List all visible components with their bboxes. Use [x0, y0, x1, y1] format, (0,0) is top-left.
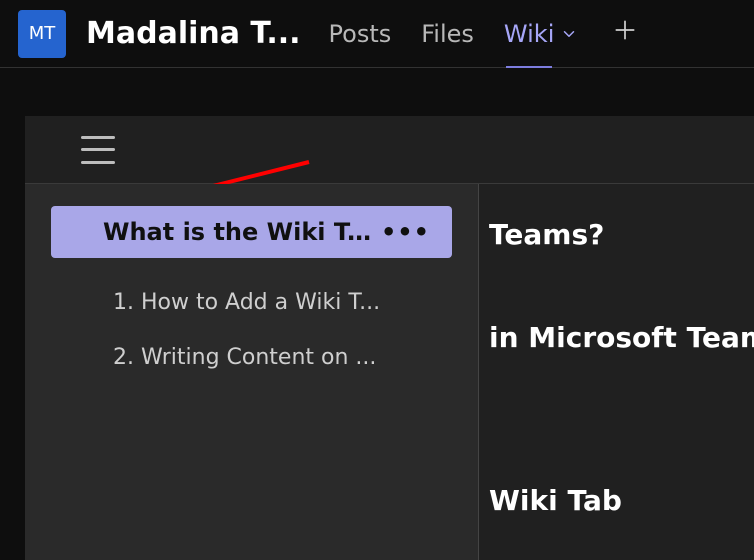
tab-posts[interactable]: Posts — [329, 20, 392, 48]
wiki-content-area: What is the Wiki Ta... ••• 1. How to Add… — [25, 116, 754, 560]
wiki-nav-panel: What is the Wiki Ta... ••• 1. How to Add… — [25, 184, 479, 560]
wiki-nav-current-page-label: What is the Wiki Ta... — [103, 218, 381, 246]
wiki-toolbar — [25, 116, 754, 184]
tab-wiki-label: Wiki — [504, 20, 554, 48]
wiki-page-title-fragment: Teams? — [489, 218, 744, 251]
ellipsis-icon: ••• — [381, 218, 430, 246]
workspace: What is the Wiki Ta... ••• 1. How to Add… — [0, 68, 754, 560]
wiki-nav-current-page[interactable]: What is the Wiki Ta... ••• — [51, 206, 452, 258]
wiki-nav-section[interactable]: 2. Writing Content on ... — [51, 345, 478, 370]
wiki-nav-toggle[interactable] — [81, 136, 115, 164]
chevron-down-icon — [560, 25, 578, 43]
wiki-page-section-fragment: Wiki Tab — [489, 484, 744, 517]
channel-avatar[interactable]: MT — [18, 10, 66, 58]
tab-bar: Posts Files Wiki — [329, 16, 639, 51]
channel-name[interactable]: Madalina T... — [86, 16, 301, 51]
hamburger-icon — [81, 148, 115, 151]
wiki-nav-section[interactable]: 1. How to Add a Wiki T... — [51, 290, 478, 315]
add-tab-button[interactable] — [612, 16, 638, 51]
wiki-page-content[interactable]: Teams? in Microsoft Teams Wiki Tab — [479, 184, 754, 560]
wiki-body: What is the Wiki Ta... ••• 1. How to Add… — [25, 184, 754, 560]
hamburger-icon — [81, 136, 115, 139]
hamburger-icon — [81, 161, 115, 164]
more-options-button[interactable]: ••• — [381, 218, 430, 246]
plus-icon — [612, 17, 638, 43]
wiki-page-subtitle-fragment: in Microsoft Teams — [489, 321, 744, 354]
avatar-initials: MT — [29, 23, 56, 44]
tab-wiki[interactable]: Wiki — [504, 20, 578, 48]
channel-header: MT Madalina T... Posts Files Wiki — [0, 0, 754, 68]
tab-files[interactable]: Files — [421, 20, 474, 48]
